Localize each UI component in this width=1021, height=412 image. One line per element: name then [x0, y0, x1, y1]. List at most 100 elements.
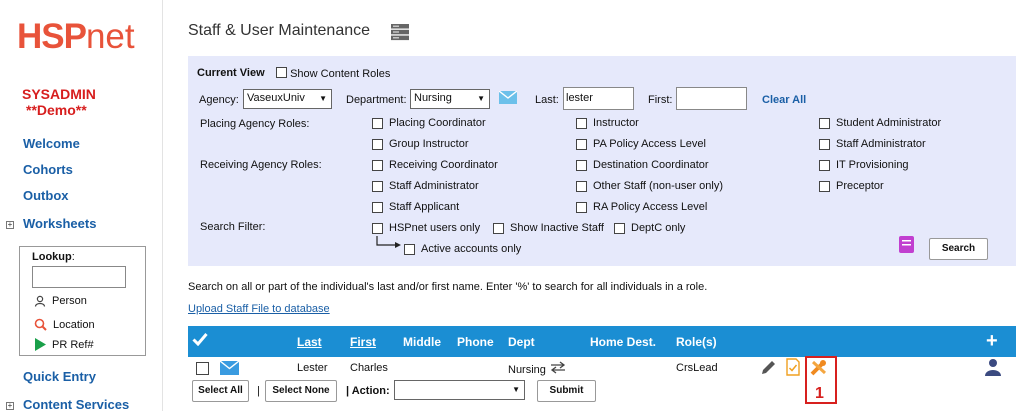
role-other-staff[interactable]: Other Staff (non-user only)	[576, 180, 723, 192]
document-check-icon[interactable]	[786, 358, 800, 376]
header-home-dest: Home Dest.	[590, 335, 657, 349]
server-icon[interactable]	[390, 23, 410, 41]
annotation-marker: 1	[815, 385, 824, 402]
email-icon[interactable]	[499, 91, 517, 104]
filter-deptc-only[interactable]: DeptC only	[614, 222, 685, 234]
filter-checkbox[interactable]	[614, 222, 625, 234]
checkmark-icon[interactable]	[192, 332, 208, 346]
search-panel: Current View Show Content Roles Agency: …	[188, 56, 1016, 266]
page-title: Staff & User Maintenance	[188, 22, 371, 39]
role-pa-policy-access[interactable]: PA Policy Access Level	[576, 138, 706, 150]
header-dept: Dept	[508, 335, 535, 349]
lookup-input[interactable]	[32, 266, 126, 288]
role-group-instructor[interactable]: Group Instructor	[372, 138, 468, 150]
select-none-button[interactable]: Select None	[265, 380, 337, 402]
last-name-input[interactable]: lester	[563, 87, 634, 110]
lookup-person-option[interactable]: Person	[34, 295, 87, 307]
lookup-label: Lookup:	[32, 251, 75, 263]
role-checkbox[interactable]	[372, 138, 383, 150]
filter-show-inactive-staff[interactable]: Show Inactive Staff	[493, 222, 604, 234]
role-checkbox[interactable]	[819, 180, 830, 192]
department-label: Department:	[346, 94, 407, 106]
action-label: | Action:	[346, 385, 390, 397]
role-checkbox[interactable]	[576, 201, 587, 213]
user-profile-icon[interactable]	[984, 358, 1002, 376]
clear-all-link[interactable]: Clear All	[762, 94, 806, 106]
dropdown-arrow-icon: ▼	[319, 94, 327, 103]
header-middle: Middle	[403, 335, 441, 349]
role-student-administrator[interactable]: Student Administrator	[819, 117, 941, 129]
swap-arrows-icon[interactable]	[550, 361, 566, 374]
dropdown-arrow-icon: ▼	[477, 94, 485, 103]
filter-active-accounts-only[interactable]: Active accounts only	[404, 243, 521, 255]
search-filter-label: Search Filter:	[200, 221, 266, 233]
filter-checkbox[interactable]	[493, 222, 504, 234]
role-checkbox[interactable]	[819, 159, 830, 171]
role-checkbox[interactable]	[819, 117, 830, 129]
row-roles: CrsLead	[676, 362, 718, 374]
submit-button[interactable]: Submit	[537, 380, 596, 402]
role-checkbox[interactable]	[576, 159, 587, 171]
person-icon	[34, 295, 46, 307]
lookup-prref-option[interactable]: PR Ref#	[34, 338, 94, 351]
row-select-checkbox[interactable]	[196, 362, 209, 375]
filter-hspnet-users-only[interactable]: HSPnet users only	[372, 222, 480, 234]
header-last[interactable]: Last	[297, 335, 322, 349]
first-name-label: First:	[648, 94, 673, 106]
sidebar: HSPnet SYSADMIN **Demo** Welcome Cohorts…	[0, 0, 163, 412]
nav-cohorts[interactable]: Cohorts	[23, 162, 73, 177]
department-select[interactable]: Nursing ▼	[410, 89, 490, 109]
select-all-button[interactable]: Select All	[192, 380, 249, 402]
role-staff-applicant[interactable]: Staff Applicant	[372, 201, 459, 213]
role-checkbox[interactable]	[819, 138, 830, 150]
search-help-text: Search on all or part of the individual'…	[188, 281, 708, 293]
demo-label: **Demo**	[26, 102, 87, 118]
role-preceptor[interactable]: Preceptor	[819, 180, 884, 192]
nav-welcome[interactable]: Welcome	[23, 136, 80, 151]
play-icon	[35, 338, 46, 351]
role-checkbox[interactable]	[372, 159, 383, 171]
role-checkbox[interactable]	[576, 117, 587, 129]
header-phone: Phone	[457, 335, 494, 349]
hspnet-logo[interactable]: HSPnet	[17, 17, 135, 57]
show-content-roles-toggle[interactable]: Show Content Roles	[276, 67, 390, 80]
search-button[interactable]: Search	[929, 238, 988, 260]
email-icon[interactable]	[220, 361, 239, 375]
agency-select[interactable]: VaseuxUniv ▼	[243, 89, 332, 109]
show-content-roles-checkbox[interactable]	[276, 67, 287, 78]
expand-worksheets-icon[interactable]: +	[6, 221, 14, 229]
role-checkbox[interactable]	[372, 117, 383, 129]
pencil-edit-icon[interactable]	[760, 359, 777, 376]
agency-label: Agency:	[199, 94, 239, 106]
nav-content-services[interactable]: Content Services	[23, 397, 129, 412]
nav-quick-entry[interactable]: Quick Entry	[23, 369, 96, 384]
book-icon[interactable]	[899, 236, 914, 253]
role-placing-coordinator[interactable]: Placing Coordinator	[372, 117, 486, 129]
add-user-icon[interactable]: +	[986, 330, 998, 353]
current-view-label: Current View	[197, 67, 265, 79]
nav-outbox[interactable]: Outbox	[23, 188, 69, 203]
role-destination-coordinator[interactable]: Destination Coordinator	[576, 159, 709, 171]
action-select[interactable]: ▼	[394, 380, 525, 400]
filter-checkbox[interactable]	[404, 243, 415, 255]
lookup-location-option[interactable]: Location	[34, 318, 95, 331]
last-name-label: Last:	[535, 94, 559, 106]
role-checkbox[interactable]	[576, 180, 587, 192]
upload-staff-file-link[interactable]: Upload Staff File to database	[188, 303, 330, 315]
separator: |	[257, 385, 260, 397]
role-staff-administrator[interactable]: Staff Administrator	[372, 180, 479, 192]
header-first[interactable]: First	[350, 335, 376, 349]
role-it-provisioning[interactable]: IT Provisioning	[819, 159, 909, 171]
filter-checkbox[interactable]	[372, 222, 383, 234]
first-name-input[interactable]	[676, 87, 747, 110]
expand-content-services-icon[interactable]: +	[6, 402, 14, 410]
role-instructor[interactable]: Instructor	[576, 117, 639, 129]
role-checkbox[interactable]	[372, 201, 383, 213]
role-ra-policy-access[interactable]: RA Policy Access Level	[576, 201, 707, 213]
role-staff-administrator-2[interactable]: Staff Administrator	[819, 138, 926, 150]
role-receiving-coordinator[interactable]: Receiving Coordinator	[372, 159, 498, 171]
row-last-name: Lester	[297, 362, 328, 374]
role-checkbox[interactable]	[576, 138, 587, 150]
role-checkbox[interactable]	[372, 180, 383, 192]
nav-worksheets[interactable]: Worksheets	[23, 216, 96, 231]
